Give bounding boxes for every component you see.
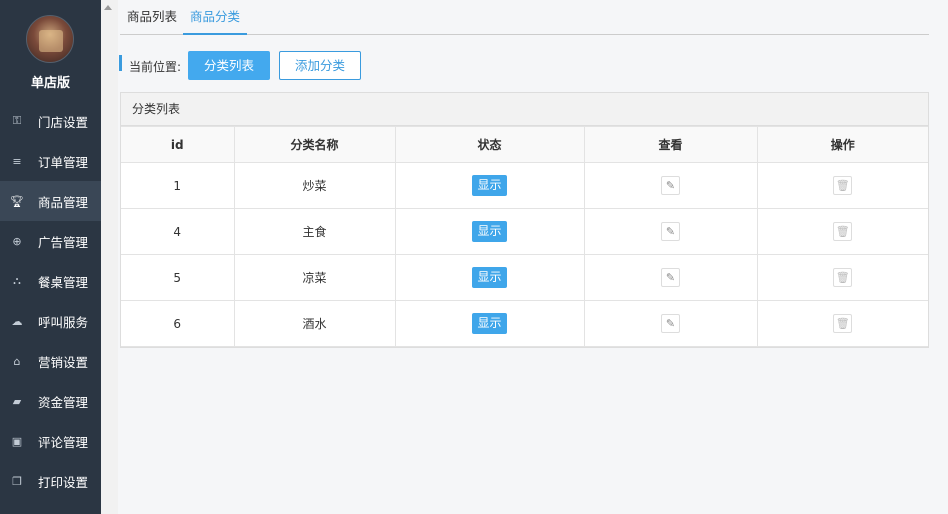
sidebar-item-label: 资金管理 xyxy=(38,394,89,410)
sidebar-item-9[interactable]: ❐ 打印设置 xyxy=(0,461,101,501)
tab-product-category[interactable]: 商品分类 xyxy=(183,0,248,35)
cell-name: 炒菜 xyxy=(233,162,396,209)
cell-action: 🗑︎ xyxy=(756,208,928,255)
sidebar-item-6[interactable]: ⌂ 营销设置 xyxy=(0,341,101,381)
category-table: id 分类名称 状态 查看 操作 1 炒菜 显示 ✎ 🗑︎ 4 主食 显示 ✎ 🗑︎ 5 凉菜 显示 ✎ 🗑… xyxy=(121,126,928,347)
sidebar: 单店版 ⚿ 门店设置 ≡ 订单管理 🏆︎ 商品管理 ⊕ 广告管理 ⛬ 餐桌管理 ☁ 呼叫服务 ⌂ 营销设置… xyxy=(0,0,101,514)
panel-title: 分类列表 xyxy=(121,93,928,126)
brand: 单店版 xyxy=(0,0,101,101)
cloud-icon: ☁ xyxy=(11,314,23,328)
cell-view: ✎ xyxy=(583,162,758,209)
trash-icon[interactable]: 🗑︎ xyxy=(833,268,853,287)
binoculars-icon: ⛬ xyxy=(13,274,21,287)
sidebar-item-0[interactable]: ⚿ 门店设置 xyxy=(0,101,101,141)
sidebar-item-label: 呼叫服务 xyxy=(38,314,89,330)
edit-pencil-icon[interactable]: ✎ xyxy=(661,268,680,287)
trash-icon[interactable]: 🗑︎ xyxy=(833,176,853,195)
edit-pencil-icon[interactable]: ✎ xyxy=(661,176,680,195)
cell-id: 5 xyxy=(121,254,235,301)
status-badge[interactable]: 显示 xyxy=(472,267,507,288)
cell-view: ✎ xyxy=(583,254,758,301)
cell-name: 凉菜 xyxy=(233,254,396,301)
cell-view: ✎ xyxy=(583,300,758,347)
money-icon: ▣ xyxy=(11,434,23,448)
lifebuoy-icon: ⊕ xyxy=(12,234,22,248)
key-icon: ⚿ xyxy=(12,114,22,127)
gift-icon: ⌂ xyxy=(13,354,21,368)
sidebar-item-7[interactable]: ▰ 资金管理 xyxy=(0,381,101,421)
sidebar-nav: ⚿ 门店设置 ≡ 订单管理 🏆︎ 商品管理 ⊕ 广告管理 ⛬ 餐桌管理 ☁ 呼叫服务 ⌂ 营销设置 ▰ 资金管… xyxy=(0,101,101,501)
table-row: 1 炒菜 显示 ✎ 🗑︎ xyxy=(121,162,928,209)
column-header-status: 状态 xyxy=(394,126,585,163)
cell-action: 🗑︎ xyxy=(756,162,928,209)
store-avatar xyxy=(26,15,74,63)
table-row: 5 凉菜 显示 ✎ 🗑︎ xyxy=(121,254,928,301)
cell-status: 显示 xyxy=(394,254,585,301)
cell-id: 6 xyxy=(121,300,235,347)
column-header-view: 查看 xyxy=(583,126,758,163)
status-badge[interactable]: 显示 xyxy=(472,313,507,334)
trash-icon[interactable]: 🗑︎ xyxy=(833,314,853,333)
sidebar-item-8[interactable]: ▣ 评论管理 xyxy=(0,421,101,461)
sidebar-item-4[interactable]: ⛬ 餐桌管理 xyxy=(0,261,101,301)
scroll-up-arrow-icon[interactable] xyxy=(104,4,112,10)
sidebar-item-label: 餐桌管理 xyxy=(38,274,89,290)
sidebar-item-label: 打印设置 xyxy=(38,474,89,490)
column-header-id: id xyxy=(121,126,235,163)
sidebar-item-label: 广告管理 xyxy=(38,234,89,250)
cell-status: 显示 xyxy=(394,162,585,209)
cell-status: 显示 xyxy=(394,300,585,347)
category-panel: 分类列表 id 分类名称 状态 查看 操作 1 炒菜 显示 ✎ 🗑︎ 4 主食 显示 ✎ 🗑︎ 5 凉… xyxy=(120,92,929,348)
status-badge[interactable]: 显示 xyxy=(472,221,507,242)
cell-name: 酒水 xyxy=(233,300,396,347)
location-label: 当前位置: xyxy=(129,60,182,74)
add-category-button[interactable]: 添加分类 xyxy=(279,51,361,80)
cell-action: 🗑︎ xyxy=(756,300,928,347)
location-marker xyxy=(119,55,122,71)
cell-id: 1 xyxy=(121,162,235,209)
sidebar-item-label: 商品管理 xyxy=(38,194,89,210)
sidebar-item-5[interactable]: ☁ 呼叫服务 xyxy=(0,301,101,341)
edit-pencil-icon[interactable]: ✎ xyxy=(661,222,680,241)
book-icon: ▰ xyxy=(12,394,22,408)
sidebar-item-label: 评论管理 xyxy=(38,434,89,450)
tab-bar: 商品列表 商品分类 xyxy=(120,0,929,35)
cell-status: 显示 xyxy=(394,208,585,255)
sidebar-item-label: 门店设置 xyxy=(38,114,89,130)
status-badge[interactable]: 显示 xyxy=(472,175,507,196)
column-header-action: 操作 xyxy=(756,126,928,163)
sidebar-item-3[interactable]: ⊕ 广告管理 xyxy=(0,221,101,261)
cell-view: ✎ xyxy=(583,208,758,255)
copy-icon: ❐ xyxy=(12,474,22,488)
sidebar-item-label: 订单管理 xyxy=(38,154,89,170)
trash-icon[interactable]: 🗑︎ xyxy=(833,222,853,241)
list-icon: ≡ xyxy=(12,154,22,168)
column-header-name: 分类名称 xyxy=(233,126,396,163)
cell-name: 主食 xyxy=(233,208,396,255)
sidebar-item-1[interactable]: ≡ 订单管理 xyxy=(0,141,101,181)
table-row: 4 主食 显示 ✎ 🗑︎ xyxy=(121,208,928,255)
scrollbar[interactable] xyxy=(101,0,118,514)
category-list-button[interactable]: 分类列表 xyxy=(188,51,270,80)
cell-id: 4 xyxy=(121,208,235,255)
table-row: 6 酒水 显示 ✎ 🗑︎ xyxy=(121,300,928,347)
tab-product-list[interactable]: 商品列表 xyxy=(127,0,177,35)
sidebar-item-label: 营销设置 xyxy=(38,354,89,370)
cell-action: 🗑︎ xyxy=(756,254,928,301)
edit-pencil-icon[interactable]: ✎ xyxy=(661,314,680,333)
trophy-icon: 🏆︎ xyxy=(10,194,24,208)
brand-name: 单店版 xyxy=(30,76,70,91)
sidebar-item-2[interactable]: 🏆︎ 商品管理 xyxy=(0,181,101,221)
table-header-row: id 分类名称 状态 查看 操作 xyxy=(121,126,928,163)
